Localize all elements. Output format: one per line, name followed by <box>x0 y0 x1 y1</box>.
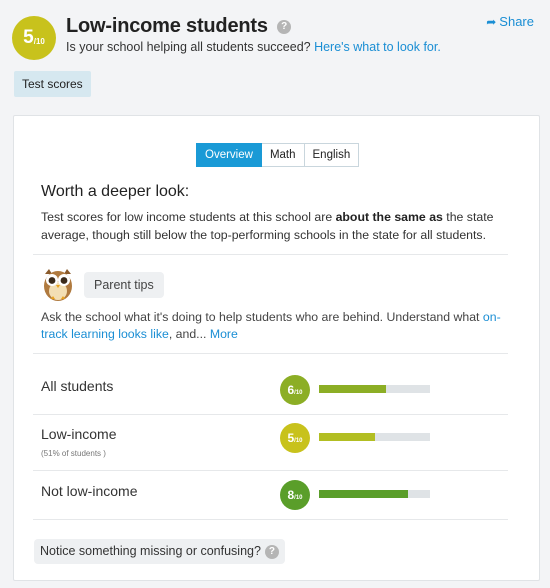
divider <box>33 470 508 471</box>
rating-bar-fill <box>319 433 375 441</box>
tips-text-before: Ask the school what it's doing to help s… <box>41 310 483 324</box>
rating-badge: 8/10 <box>280 480 310 510</box>
rating-score: 6 <box>287 383 295 397</box>
tab-test-scores[interactable]: Test scores <box>14 71 91 97</box>
summary-text-before: Test scores for low income students at t… <box>41 210 336 224</box>
more-link[interactable]: More <box>210 327 238 341</box>
what-to-look-for-link[interactable]: Here's what to look for. <box>314 40 441 54</box>
question-circle-icon: ? <box>264 544 279 559</box>
feedback-label: Notice something missing or confusing? <box>40 544 261 558</box>
owl-icon <box>44 269 72 301</box>
parent-tips-label: Parent tips <box>84 272 164 298</box>
rating-bar-track <box>319 385 430 393</box>
rating-score: 5 <box>287 431 295 445</box>
overall-rating-value: 5 <box>23 27 34 48</box>
overall-rating-badge: 5 /10 <box>12 16 56 60</box>
page-subtitle: Is your school helping all students succ… <box>66 40 441 54</box>
rating-denominator: /10 <box>294 437 303 444</box>
rating-denominator: /10 <box>294 494 303 501</box>
page-title: Low-income students ? <box>66 15 292 38</box>
rating-row-note: (51% of students ) <box>41 449 106 458</box>
share-button[interactable]: ➦ Share <box>486 14 534 29</box>
rating-denominator: /10 <box>294 389 303 396</box>
share-arrow-icon: ➦ <box>486 15 497 29</box>
page-title-text: Low-income students <box>66 15 268 37</box>
rating-score: 8 <box>287 488 295 502</box>
rating-bar-track <box>319 433 430 441</box>
rating-bar-fill <box>319 490 408 498</box>
rating-bar-fill <box>319 385 386 393</box>
toggle-overview[interactable]: Overview <box>196 143 262 167</box>
question-circle-icon[interactable]: ? <box>277 19 292 34</box>
toggle-english[interactable]: English <box>304 143 360 167</box>
test-scores-panel: Overview Math English Worth a deeper loo… <box>13 115 540 581</box>
rating-badge: 6/10 <box>280 375 310 405</box>
rating-bar-track <box>319 490 430 498</box>
rating-row-label: Low-income <box>41 426 117 442</box>
divider <box>33 254 508 255</box>
summary-text-bold: about the same as <box>335 210 443 224</box>
divider <box>33 414 508 415</box>
subtitle-text: Is your school helping all students succ… <box>66 40 311 54</box>
tips-text-after: , and... <box>168 327 210 341</box>
rating-row-label: Not low-income <box>41 483 138 499</box>
summary-text: Test scores for low income students at t… <box>41 208 511 244</box>
rating-badge: 5/10 <box>280 423 310 453</box>
parent-tips-text: Ask the school what it's doing to help s… <box>41 309 511 343</box>
share-label: Share <box>499 14 534 29</box>
summary-heading: Worth a deeper look: <box>41 183 190 200</box>
overall-rating-denominator: /10 <box>33 37 45 46</box>
page: 5 /10 Low-income students ? Is your scho… <box>0 0 550 588</box>
divider <box>33 519 508 520</box>
divider <box>33 353 508 354</box>
subject-toggle: Overview Math English <box>196 143 360 167</box>
feedback-button[interactable]: Notice something missing or confusing?? <box>34 539 285 564</box>
rating-row-label: All students <box>41 378 114 394</box>
toggle-math[interactable]: Math <box>261 143 305 167</box>
